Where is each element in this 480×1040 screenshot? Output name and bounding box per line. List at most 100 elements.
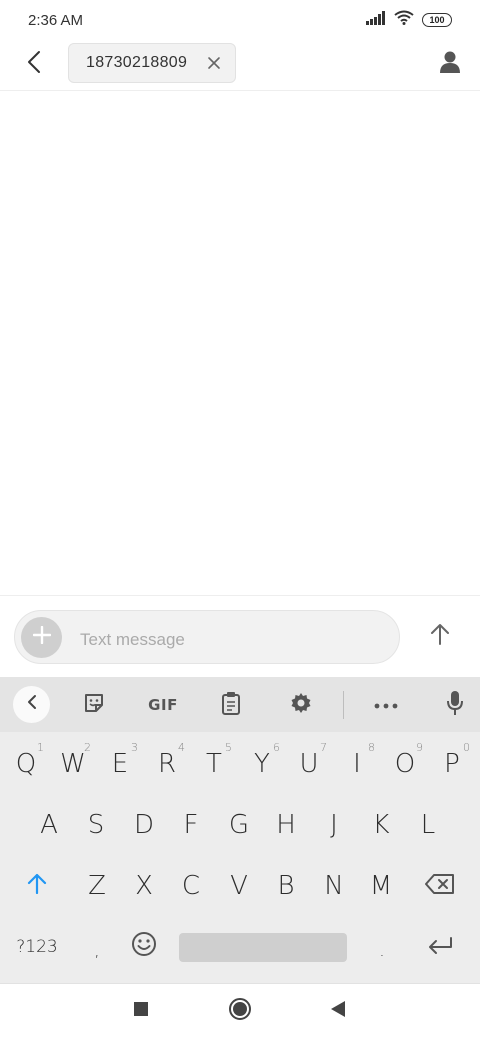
wifi-icon xyxy=(394,10,414,30)
key-w[interactable]: W2 xyxy=(50,738,96,790)
backspace-key[interactable] xyxy=(417,860,463,912)
shift-key[interactable] xyxy=(14,860,60,912)
key-label: W xyxy=(60,749,86,779)
key-hint: 8 xyxy=(368,741,375,754)
key-hint: 1 xyxy=(37,741,44,754)
key-label: ?123 xyxy=(16,937,58,957)
enter-icon xyxy=(427,932,453,962)
recipient-number: 18730218809 xyxy=(86,54,188,71)
period-key[interactable]: . xyxy=(359,925,405,977)
keyboard-toolbar: GIF xyxy=(0,677,480,732)
sticker-button[interactable] xyxy=(76,687,112,723)
key-label: A xyxy=(40,810,58,840)
add-attachment-button[interactable] xyxy=(21,617,62,658)
key-hint: 5 xyxy=(225,741,232,754)
key-label: P xyxy=(444,749,460,779)
key-d[interactable]: D xyxy=(121,799,167,851)
key-label: T xyxy=(206,749,222,779)
more-button[interactable] xyxy=(368,687,404,723)
key-q[interactable]: Q1 xyxy=(3,738,49,790)
close-icon[interactable] xyxy=(207,56,221,70)
key-z[interactable]: Z xyxy=(74,860,120,912)
key-j[interactable]: J xyxy=(311,799,357,851)
enter-key[interactable] xyxy=(417,921,463,973)
key-label: , xyxy=(94,941,100,961)
key-label: D xyxy=(133,810,155,840)
back-nav-button[interactable] xyxy=(325,998,351,1024)
key-hint: 0 xyxy=(463,741,470,754)
chevron-left-icon xyxy=(27,694,37,715)
key-label: K xyxy=(372,810,390,840)
key-label: I xyxy=(353,749,361,779)
settings-icon xyxy=(289,691,313,720)
key-label: J xyxy=(330,810,338,840)
gif-label: GIF xyxy=(148,696,178,714)
key-o[interactable]: O9 xyxy=(382,738,428,790)
key-u[interactable]: U7 xyxy=(286,738,332,790)
key-x[interactable]: X xyxy=(121,860,167,912)
key-hint: 4 xyxy=(178,741,185,754)
key-v[interactable]: V xyxy=(216,860,262,912)
key-label: S xyxy=(87,810,105,840)
key-label: Z xyxy=(88,871,106,901)
key-l[interactable]: L xyxy=(405,799,451,851)
key-c[interactable]: C xyxy=(168,860,214,912)
message-list xyxy=(0,92,480,595)
key-label: F xyxy=(183,810,199,840)
back-button[interactable] xyxy=(18,48,50,80)
key-a[interactable]: A xyxy=(26,799,72,851)
back-arrow-icon xyxy=(27,50,41,79)
key-t[interactable]: T5 xyxy=(191,738,237,790)
key-label: L xyxy=(420,810,436,840)
key-e[interactable]: E3 xyxy=(97,738,143,790)
key-hint: 7 xyxy=(320,741,327,754)
key-h[interactable]: H xyxy=(263,799,309,851)
signal-icon xyxy=(366,10,386,30)
sticker-icon xyxy=(83,692,105,719)
key-y[interactable]: Y6 xyxy=(239,738,285,790)
key-label: H xyxy=(276,810,296,840)
more-icon xyxy=(374,696,398,714)
back-triangle-icon xyxy=(330,1000,346,1023)
settings-button[interactable] xyxy=(283,687,319,723)
microphone-icon xyxy=(446,690,464,721)
recipient-chip[interactable]: 18730218809 xyxy=(68,43,236,83)
collapse-toolbar-button[interactable] xyxy=(13,686,50,723)
comma-key[interactable]: , xyxy=(74,925,120,977)
recents-square-icon xyxy=(133,1001,149,1022)
key-p[interactable]: P0 xyxy=(429,738,475,790)
gif-button[interactable]: GIF xyxy=(143,687,183,723)
status-time: 2:36 AM xyxy=(28,11,84,29)
key-g[interactable]: G xyxy=(216,799,262,851)
emoji-icon xyxy=(131,931,157,964)
key-hint: 2 xyxy=(84,741,91,754)
backspace-icon xyxy=(425,871,455,901)
clipboard-button[interactable] xyxy=(213,687,249,723)
plus-icon xyxy=(32,625,51,649)
key-label: N xyxy=(324,871,344,901)
key-m[interactable]: M xyxy=(358,860,404,912)
symbols-key[interactable]: ?123 xyxy=(8,921,66,973)
key-label: X xyxy=(135,871,153,901)
contact-button[interactable] xyxy=(434,48,466,80)
key-label: O xyxy=(394,749,416,779)
key-k[interactable]: K xyxy=(358,799,404,851)
message-input[interactable]: Text message xyxy=(14,610,400,664)
key-b[interactable]: B xyxy=(263,860,309,912)
conversation-header: 18730218809 xyxy=(0,40,480,91)
key-f[interactable]: F xyxy=(168,799,214,851)
key-n[interactable]: N xyxy=(311,860,357,912)
key-s[interactable]: S xyxy=(73,799,119,851)
send-button[interactable] xyxy=(424,620,456,652)
key-r[interactable]: R4 xyxy=(144,738,190,790)
status-icons: 100 xyxy=(366,10,452,30)
home-button[interactable] xyxy=(227,997,253,1024)
recents-button[interactable] xyxy=(128,998,154,1024)
space-key[interactable] xyxy=(179,933,347,962)
status-bar: 2:36 AM 100 xyxy=(0,0,480,40)
voice-input-button[interactable] xyxy=(437,687,473,723)
emoji-key[interactable] xyxy=(121,921,167,973)
compose-bar: Text message xyxy=(0,595,480,677)
key-label: Q xyxy=(15,749,37,779)
key-i[interactable]: I8 xyxy=(334,738,380,790)
